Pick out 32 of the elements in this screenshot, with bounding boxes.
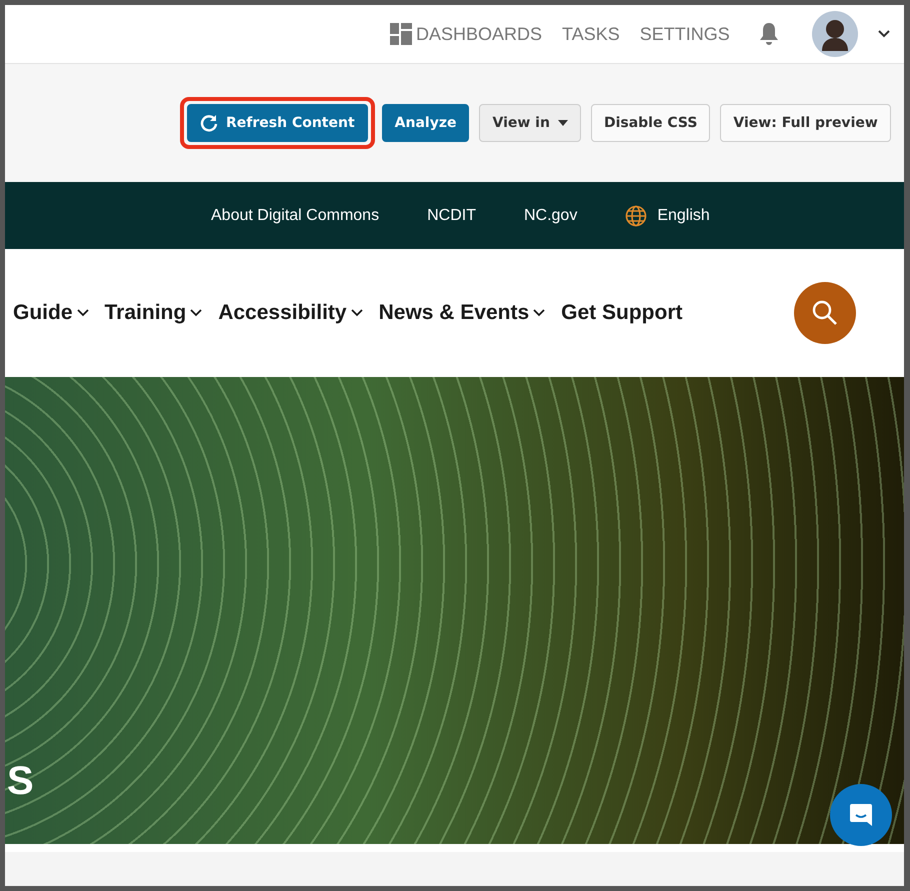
- refresh-icon: [200, 114, 218, 132]
- hero-heading: S: [6, 759, 34, 804]
- avatar[interactable]: [812, 11, 858, 57]
- toolbar-button[interactable]: View: Full preview: [720, 104, 891, 142]
- nav-menu-item[interactable]: News & Events: [378, 301, 546, 325]
- toolbar-button[interactable]: Disable CSS: [590, 104, 710, 142]
- utility-link[interactable]: English: [625, 204, 710, 226]
- chevron-down-icon: [190, 309, 202, 317]
- search-icon: [811, 299, 839, 327]
- chevron-down-icon[interactable]: [878, 30, 890, 38]
- caret-icon: [558, 120, 568, 126]
- chevron-down-icon: [350, 309, 363, 317]
- chat-button[interactable]: [830, 784, 892, 846]
- nav-menu-item[interactable]: Training: [104, 301, 202, 325]
- toolbar-button[interactable]: Analyze: [382, 104, 470, 142]
- dashboard-icon: [390, 23, 412, 45]
- globe-icon: [625, 204, 648, 226]
- top-nav-link[interactable]: DASHBOARDS: [390, 23, 542, 45]
- top-nav-link[interactable]: TASKS: [562, 24, 620, 44]
- utility-link[interactable]: About Digital Commons: [211, 206, 380, 224]
- nav-menu-item[interactable]: Guide: [13, 301, 89, 325]
- nav-menu-item[interactable]: Accessibility: [218, 301, 363, 325]
- utility-link[interactable]: NCDIT: [427, 206, 476, 224]
- chat-icon: [848, 802, 874, 828]
- top-nav-link[interactable]: SETTINGS: [640, 24, 730, 44]
- nav-menu-item[interactable]: Get Support: [561, 301, 682, 325]
- chevron-down-icon: [76, 309, 89, 317]
- chevron-down-icon: [533, 309, 546, 317]
- utility-link[interactable]: NC.gov: [524, 206, 578, 224]
- toolbar-button[interactable]: View in: [479, 104, 581, 142]
- bell-icon[interactable]: [758, 21, 780, 47]
- toolbar-button[interactable]: Refresh Content: [187, 104, 368, 142]
